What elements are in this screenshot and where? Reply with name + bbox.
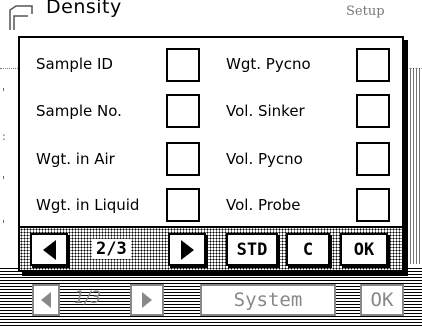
checkbox-sample-no[interactable]: [166, 94, 200, 128]
label-wgt-in-liquid: Wgt. in Liquid: [36, 196, 140, 214]
std-button[interactable]: STD: [226, 233, 278, 266]
background-ok-button: OK: [360, 284, 404, 316]
background-bottom-bar: 1/3 System OK: [0, 266, 422, 326]
background-title: Density: [46, 0, 122, 18]
background-ok-label: OK: [370, 289, 394, 311]
c-button[interactable]: C: [286, 233, 330, 266]
checkbox-vol-probe[interactable]: [356, 188, 390, 222]
label-wgt-pycno: Wgt. Pycno: [226, 55, 311, 73]
setup-label: Setup: [346, 4, 385, 19]
right-arrow-icon: [180, 239, 194, 260]
background-next-button: [130, 284, 164, 316]
dialog-footer: 2/3 STD C OK: [20, 226, 402, 270]
density-app-icon: [9, 5, 33, 30]
label-sample-no: Sample No.: [36, 102, 122, 120]
left-arrow-icon: [42, 239, 56, 260]
std-label: STD: [236, 239, 268, 260]
right-arrow-icon: [142, 292, 152, 308]
background-page-indicator: 1/3: [74, 288, 102, 308]
checkbox-wgt-in-liquid[interactable]: [166, 188, 200, 222]
label-sample-id: Sample ID: [36, 55, 113, 73]
ok-button[interactable]: OK: [340, 233, 388, 266]
ok-label: OK: [353, 239, 375, 260]
system-label: System: [233, 289, 303, 311]
background-system-button: System: [200, 284, 336, 316]
print-options-dialog: Sample ID Sample No. Wgt. in Air Wgt. in…: [18, 36, 404, 272]
background-header: Density Setup: [0, 0, 422, 36]
checkbox-vol-sinker[interactable]: [356, 94, 390, 128]
checkbox-wgt-pycno[interactable]: [356, 48, 390, 82]
previous-page-button[interactable]: [30, 233, 68, 266]
c-label: C: [302, 239, 314, 260]
label-vol-probe: Vol. Probe: [226, 196, 301, 214]
left-arrow-icon: [41, 292, 51, 308]
background-left-edge: ': ' ': [2, 86, 6, 231]
checkbox-sample-id[interactable]: [166, 48, 200, 82]
label-vol-pycno: Vol. Pycno: [226, 150, 303, 168]
label-vol-sinker: Vol. Sinker: [226, 102, 305, 120]
checkbox-wgt-in-air[interactable]: [166, 142, 200, 176]
page-indicator: 2/3: [92, 239, 131, 259]
label-wgt-in-air: Wgt. in Air: [36, 150, 115, 168]
checkbox-vol-pycno[interactable]: [356, 142, 390, 176]
next-page-button[interactable]: [168, 233, 206, 266]
background-prev-button: [32, 284, 60, 316]
